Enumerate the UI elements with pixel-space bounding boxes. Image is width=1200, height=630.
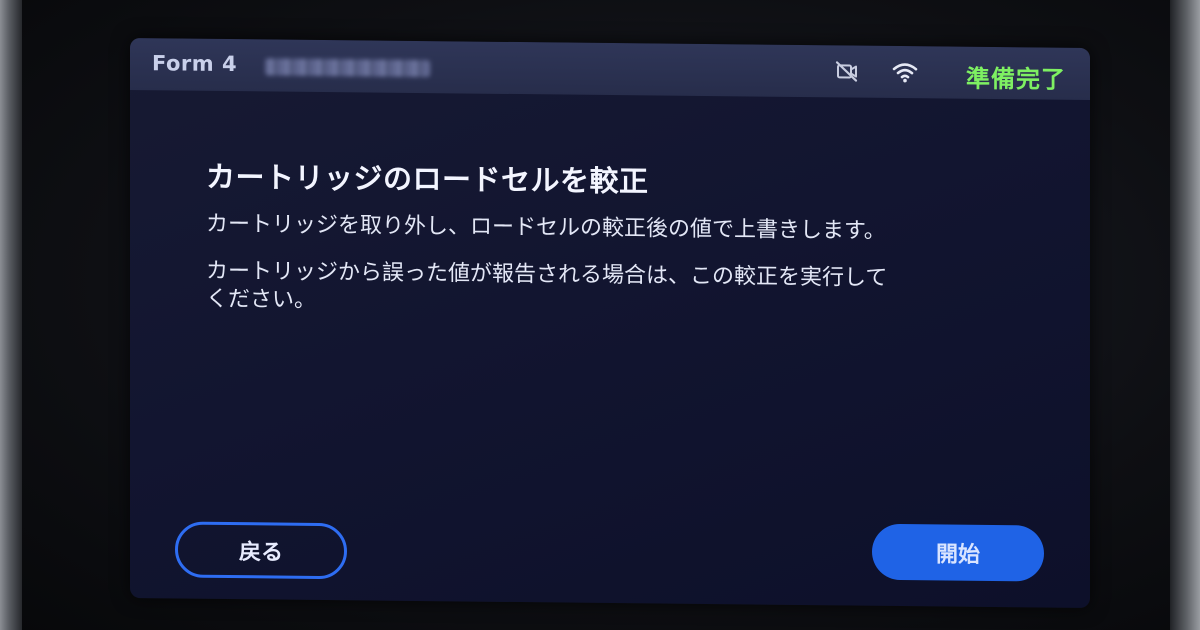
device-bezel-left bbox=[0, 0, 22, 630]
back-button[interactable]: 戻る bbox=[175, 521, 347, 580]
dialog-content: カートリッジのロードセルを較正 カートリッジを取り外し、ロードセルの較正後の値で… bbox=[206, 159, 926, 341]
dialog-instruction: カートリッジから誤った値が報告される場合は、この較正を実行してください。 bbox=[206, 258, 888, 314]
status-bar: Form 4 準備完了 bbox=[130, 37, 1090, 101]
wifi-icon[interactable] bbox=[892, 60, 918, 84]
start-button[interactable]: 開始 bbox=[872, 523, 1044, 582]
dialog-title: カートリッジのロードセルを較正 bbox=[206, 159, 649, 199]
camera-off-icon[interactable] bbox=[834, 59, 860, 83]
printer-name-blurred bbox=[265, 58, 430, 78]
dialog-description: カートリッジを取り外し、ロードセルの較正後の値で上書きします。 bbox=[206, 212, 886, 245]
printer-model: Form 4 bbox=[152, 51, 238, 77]
device-bezel-right bbox=[1170, 0, 1200, 630]
status-ready-label: 準備完了 bbox=[966, 64, 1066, 94]
touchscreen: Form 4 準備完了 カートリッジのロードセルを較正 カートリッジを取り外し、… bbox=[130, 37, 1090, 609]
